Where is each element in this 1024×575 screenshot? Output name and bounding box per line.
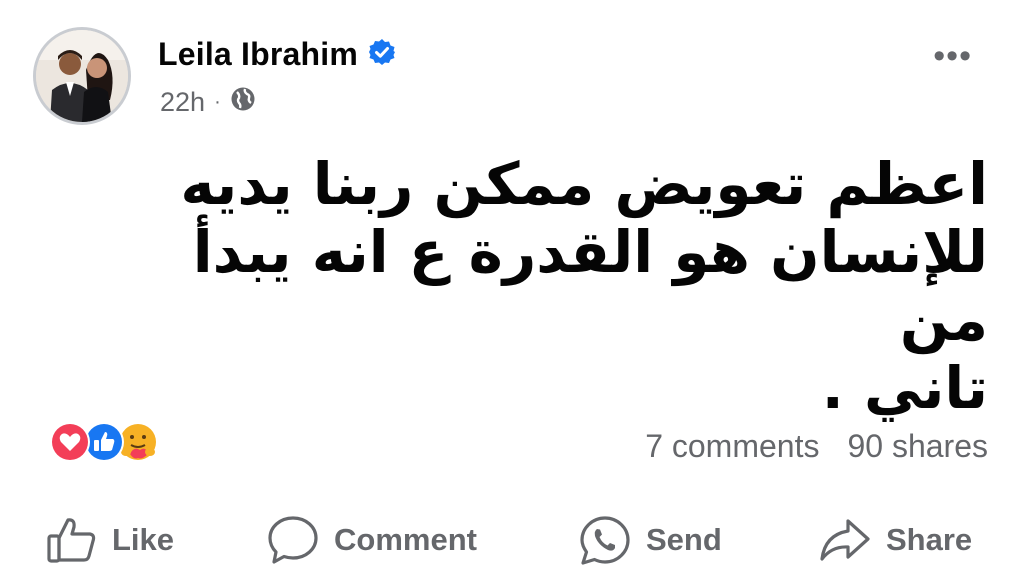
thumbs-up-icon (46, 515, 98, 565)
author-avatar[interactable] (33, 27, 131, 125)
post-text: اعظم تعويض ممكن ربنا يديه للإنسان هو الق… (108, 150, 988, 422)
like-button[interactable]: Like (46, 505, 174, 575)
whatsapp-icon (578, 514, 632, 566)
author-name[interactable]: Leila Ibrahim (158, 36, 358, 73)
post-actions-bar: Like Comment Send Share (0, 505, 1024, 575)
meta-separator: · (214, 91, 221, 113)
comment-bubble-icon (266, 514, 320, 566)
send-button[interactable]: Send (578, 505, 722, 575)
engagement-counts: 7 comments 90 shares (645, 428, 988, 465)
share-button[interactable]: Share (818, 505, 972, 575)
love-reaction-icon (50, 422, 90, 462)
avatar-photo (36, 30, 128, 122)
comment-label: Comment (334, 522, 477, 557)
shares-count[interactable]: 90 shares (847, 428, 988, 465)
share-arrow-icon (818, 515, 872, 565)
author-row: Leila Ibrahim (158, 36, 396, 73)
comments-count[interactable]: 7 comments (645, 428, 819, 465)
post-time[interactable]: 22h (160, 87, 205, 118)
share-label: Share (886, 522, 973, 557)
globe-icon[interactable] (230, 86, 256, 119)
reactions-summary[interactable] (30, 420, 170, 464)
comment-button[interactable]: Comment (266, 505, 477, 575)
post-meta: 22h · (160, 86, 256, 119)
like-label: Like (112, 522, 175, 557)
more-options-button[interactable]: ••• (933, 37, 972, 76)
post-text-line: للإنسان هو القدرة ع انه يبدأ من (192, 218, 988, 354)
post-text-line: تاني . (821, 354, 988, 422)
verified-badge-icon (368, 38, 396, 71)
post-text-line: اعظم تعويض ممكن ربنا يديه (180, 150, 988, 218)
send-label: Send (646, 522, 722, 557)
